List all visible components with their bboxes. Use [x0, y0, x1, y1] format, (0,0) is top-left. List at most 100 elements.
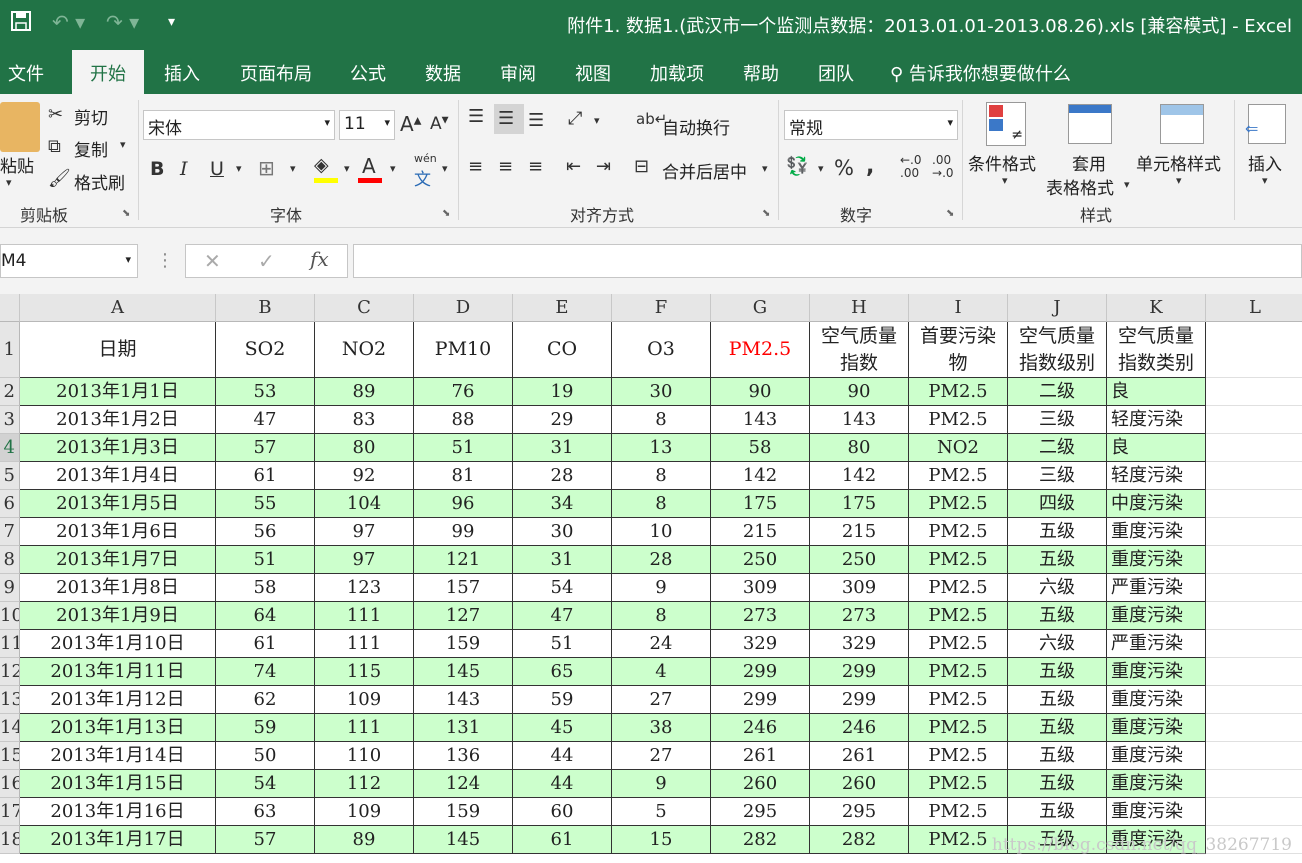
- borders-icon[interactable]: ⊞: [258, 156, 275, 180]
- table-cell[interactable]: 57: [216, 826, 315, 854]
- column-header-c[interactable]: C: [315, 294, 414, 322]
- table-cell[interactable]: 30: [513, 518, 612, 546]
- number-launcher-icon[interactable]: ⬊: [946, 208, 954, 219]
- table-cell[interactable]: 250: [810, 546, 909, 574]
- table-cell[interactable]: 8: [612, 406, 711, 434]
- column-header-l[interactable]: L: [1206, 294, 1302, 322]
- table-cell[interactable]: 13: [612, 434, 711, 462]
- table-cell[interactable]: 89: [315, 378, 414, 406]
- header-cell[interactable]: 首要污染物: [909, 322, 1008, 378]
- table-cell[interactable]: 59: [216, 714, 315, 742]
- table-cell[interactable]: 24: [612, 630, 711, 658]
- table-cell[interactable]: 严重污染: [1107, 630, 1206, 658]
- cut-icon[interactable]: ✂: [48, 104, 63, 125]
- table-cell[interactable]: 81: [414, 462, 513, 490]
- table-cell[interactable]: 260: [711, 770, 810, 798]
- table-cell[interactable]: PM2.5: [909, 406, 1008, 434]
- cut-button[interactable]: 剪切: [74, 104, 108, 129]
- increase-decimal-icon[interactable]: ←.0.00: [900, 154, 922, 180]
- table-cell[interactable]: 2013年1月10日: [20, 630, 216, 658]
- table-cell[interactable]: 45: [513, 714, 612, 742]
- table-cell[interactable]: 2013年1月11日: [20, 658, 216, 686]
- table-cell[interactable]: 2013年1月4日: [20, 462, 216, 490]
- empty-cell[interactable]: [1206, 630, 1302, 658]
- table-cell[interactable]: 2013年1月6日: [20, 518, 216, 546]
- table-cell[interactable]: 2013年1月3日: [20, 434, 216, 462]
- insert-cells-button[interactable]: 插入: [1248, 150, 1282, 175]
- align-top-icon[interactable]: ☰: [468, 106, 484, 127]
- table-cell[interactable]: 重度污染: [1107, 798, 1206, 826]
- table-cell[interactable]: 29: [513, 406, 612, 434]
- table-cell[interactable]: 53: [216, 378, 315, 406]
- table-cell[interactable]: 136: [414, 742, 513, 770]
- table-cell[interactable]: PM2.5: [909, 546, 1008, 574]
- tab-formulas[interactable]: 公式: [350, 60, 386, 86]
- table-cell[interactable]: 15: [612, 826, 711, 854]
- table-cell[interactable]: 115: [315, 658, 414, 686]
- insert-function-button[interactable]: fx: [310, 247, 329, 271]
- table-cell[interactable]: 重度污染: [1107, 658, 1206, 686]
- table-cell[interactable]: 64: [216, 602, 315, 630]
- table-cell[interactable]: 9: [612, 574, 711, 602]
- table-cell[interactable]: 61: [216, 630, 315, 658]
- format-as-table-icon[interactable]: [1068, 104, 1112, 144]
- table-cell[interactable]: 97: [315, 518, 414, 546]
- format-as-table-label-2[interactable]: 表格格式: [1046, 174, 1114, 199]
- font-launcher-icon[interactable]: ⬊: [442, 208, 450, 219]
- table-cell[interactable]: 250: [711, 546, 810, 574]
- copy-button[interactable]: 复制: [74, 136, 108, 161]
- header-cell[interactable]: SO2: [216, 322, 315, 378]
- tab-page-layout[interactable]: 页面布局: [240, 60, 312, 86]
- table-cell[interactable]: 215: [711, 518, 810, 546]
- row-header[interactable]: 12: [0, 658, 20, 686]
- row-header[interactable]: 1: [0, 322, 20, 378]
- table-cell[interactable]: 重度污染: [1107, 518, 1206, 546]
- table-cell[interactable]: 5: [612, 798, 711, 826]
- row-header[interactable]: 11: [0, 630, 20, 658]
- table-cell[interactable]: 51: [513, 630, 612, 658]
- table-cell[interactable]: 8: [612, 462, 711, 490]
- table-cell[interactable]: 五级: [1008, 658, 1107, 686]
- redo-icon[interactable]: ↷ ▾: [106, 10, 139, 34]
- table-cell[interactable]: 246: [810, 714, 909, 742]
- align-middle-icon[interactable]: ☰: [498, 108, 514, 129]
- empty-cell[interactable]: [1206, 574, 1302, 602]
- table-cell[interactable]: 99: [414, 518, 513, 546]
- row-header[interactable]: 14: [0, 714, 20, 742]
- tab-help[interactable]: 帮助: [743, 60, 779, 86]
- table-cell[interactable]: 309: [711, 574, 810, 602]
- empty-cell[interactable]: [1206, 378, 1302, 406]
- table-cell[interactable]: 30: [612, 378, 711, 406]
- table-cell[interactable]: 295: [711, 798, 810, 826]
- table-cell[interactable]: 299: [711, 658, 810, 686]
- empty-cell[interactable]: [1206, 742, 1302, 770]
- table-cell[interactable]: 63: [216, 798, 315, 826]
- table-cell[interactable]: 61: [216, 462, 315, 490]
- table-cell[interactable]: 109: [315, 686, 414, 714]
- table-cell[interactable]: 159: [414, 798, 513, 826]
- table-cell[interactable]: 121: [414, 546, 513, 574]
- table-cell[interactable]: 109: [315, 798, 414, 826]
- column-header-d[interactable]: D: [414, 294, 513, 322]
- percent-button[interactable]: %: [834, 156, 854, 180]
- column-header-k[interactable]: K: [1107, 294, 1206, 322]
- undo-icon[interactable]: ↶ ▾: [52, 10, 85, 34]
- table-cell[interactable]: 299: [711, 686, 810, 714]
- table-cell[interactable]: PM2.5: [909, 490, 1008, 518]
- row-header[interactable]: 18: [0, 826, 20, 854]
- table-cell[interactable]: 299: [810, 658, 909, 686]
- table-cell[interactable]: 31: [513, 546, 612, 574]
- cell-styles-icon[interactable]: [1160, 104, 1204, 144]
- table-cell[interactable]: 五级: [1008, 686, 1107, 714]
- table-cell[interactable]: 六级: [1008, 630, 1107, 658]
- tab-add-ins[interactable]: 加载项: [650, 60, 704, 86]
- table-cell[interactable]: 51: [414, 434, 513, 462]
- table-cell[interactable]: 2013年1月1日: [20, 378, 216, 406]
- table-cell[interactable]: 重度污染: [1107, 546, 1206, 574]
- empty-cell[interactable]: [1206, 434, 1302, 462]
- table-cell[interactable]: 中度污染: [1107, 490, 1206, 518]
- row-header[interactable]: 13: [0, 686, 20, 714]
- table-cell[interactable]: 34: [513, 490, 612, 518]
- table-cell[interactable]: 四级: [1008, 490, 1107, 518]
- column-header-g[interactable]: G: [711, 294, 810, 322]
